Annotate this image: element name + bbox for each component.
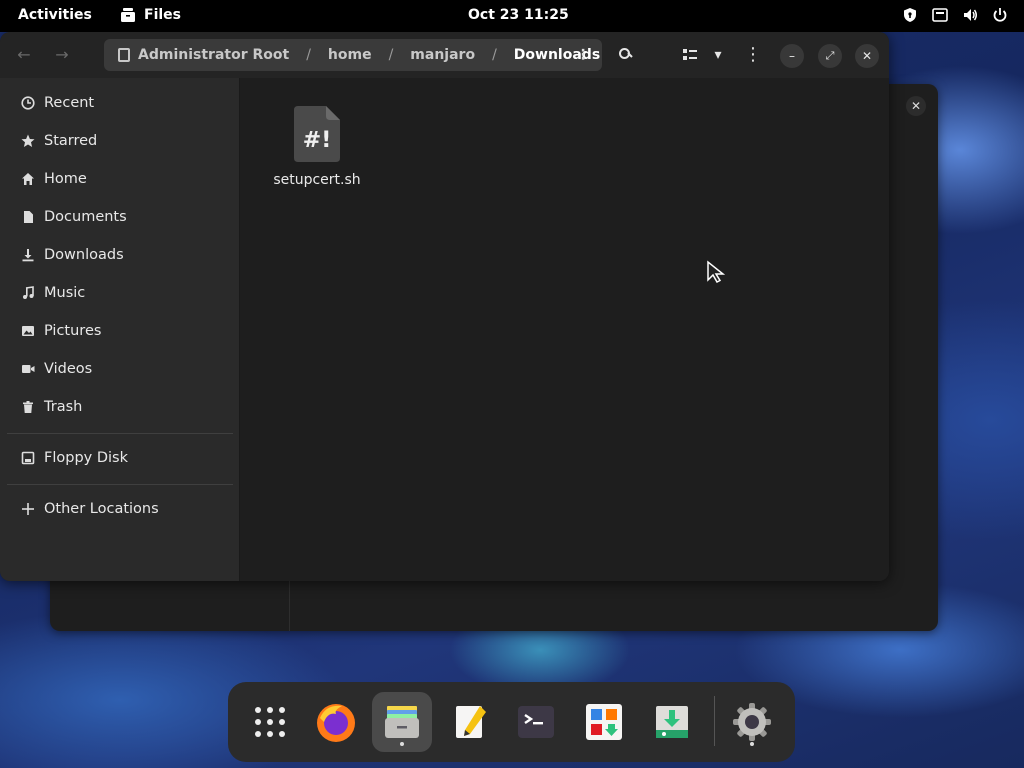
back-icon[interactable]: ← bbox=[12, 43, 36, 67]
sidebar-item-label: Music bbox=[44, 285, 86, 301]
video-icon bbox=[20, 361, 36, 377]
settings-icon[interactable] bbox=[722, 692, 782, 752]
sidebar-item-label: Floppy Disk bbox=[44, 450, 128, 466]
file-item[interactable]: #! setupcert.sh bbox=[267, 106, 367, 188]
sidebar-item-music[interactable]: Music bbox=[0, 275, 240, 311]
terminal-icon[interactable] bbox=[506, 692, 566, 752]
sidebar-separator bbox=[7, 484, 233, 485]
sidebar-item-label: Starred bbox=[44, 133, 98, 149]
path-separator: / bbox=[306, 47, 311, 63]
star-icon bbox=[20, 133, 36, 149]
sidebar-item-label: Recent bbox=[44, 95, 95, 111]
path-separator: / bbox=[492, 47, 497, 63]
view-options-icon[interactable]: ▾ bbox=[706, 43, 730, 67]
shield-icon[interactable] bbox=[902, 7, 918, 23]
minimize-icon[interactable]: – bbox=[780, 44, 804, 68]
firefox-icon[interactable] bbox=[306, 692, 366, 752]
mouse-cursor-icon bbox=[707, 260, 726, 283]
app-grid-icon[interactable] bbox=[240, 692, 300, 752]
music-icon bbox=[20, 285, 36, 301]
file-name: setupcert.sh bbox=[273, 172, 361, 188]
home-icon bbox=[20, 171, 36, 187]
running-indicator bbox=[750, 742, 754, 746]
clock-icon bbox=[20, 95, 36, 111]
forward-icon[interactable]: → bbox=[50, 43, 74, 67]
sidebar-item-videos[interactable]: Videos bbox=[0, 351, 240, 387]
background-window-close-icon[interactable]: ✕ bbox=[906, 96, 926, 116]
sidebar-item-documents[interactable]: Documents bbox=[0, 199, 240, 235]
volume-icon[interactable] bbox=[962, 7, 978, 23]
plus-icon bbox=[20, 501, 36, 517]
running-indicator bbox=[400, 742, 404, 746]
search-icon[interactable] bbox=[614, 43, 638, 67]
floppy-icon bbox=[20, 450, 36, 466]
maximize-icon[interactable]: ⤢ bbox=[818, 44, 842, 68]
activities-button[interactable]: Activities bbox=[18, 7, 92, 23]
text-editor-icon[interactable] bbox=[440, 692, 500, 752]
app-menu[interactable]: Files bbox=[120, 7, 181, 23]
sidebar: Recent Starred Home Documents Downloads … bbox=[0, 78, 240, 581]
installer-icon[interactable] bbox=[642, 692, 702, 752]
close-icon[interactable]: ✕ bbox=[855, 44, 879, 68]
network-icon[interactable] bbox=[932, 7, 948, 23]
sidebar-item-other-locations[interactable]: Other Locations bbox=[0, 491, 240, 527]
files-app-icon bbox=[121, 8, 135, 22]
sidebar-item-trash[interactable]: Trash bbox=[0, 389, 240, 425]
path-segment-root[interactable]: Administrator Root bbox=[138, 47, 289, 63]
script-file-icon: #! bbox=[294, 106, 340, 162]
sidebar-item-floppy-disk[interactable]: Floppy Disk bbox=[0, 440, 240, 476]
sidebar-item-label: Documents bbox=[44, 209, 127, 225]
sidebar-item-recent[interactable]: Recent bbox=[0, 85, 240, 121]
file-glyph: #! bbox=[303, 128, 331, 153]
sidebar-separator bbox=[7, 433, 233, 434]
sidebar-item-home[interactable]: Home bbox=[0, 161, 240, 197]
drive-icon bbox=[118, 48, 130, 62]
path-segment-user[interactable]: manjaro bbox=[410, 47, 475, 63]
picture-icon bbox=[20, 323, 36, 339]
sidebar-item-starred[interactable]: Starred bbox=[0, 123, 240, 159]
view-list-icon[interactable] bbox=[678, 43, 702, 67]
path-menu-icon[interactable]: ⋮ bbox=[576, 47, 590, 63]
sidebar-item-downloads[interactable]: Downloads bbox=[0, 237, 240, 273]
top-bar: Activities Files Oct 23 11:25 bbox=[0, 0, 1024, 32]
sidebar-item-label: Downloads bbox=[44, 247, 124, 263]
sidebar-item-label: Other Locations bbox=[44, 501, 159, 517]
files-icon[interactable] bbox=[372, 692, 432, 752]
system-tray[interactable] bbox=[902, 7, 1008, 23]
sidebar-item-label: Videos bbox=[44, 361, 93, 377]
app-name: Files bbox=[144, 7, 181, 23]
clock[interactable]: Oct 23 11:25 bbox=[468, 7, 569, 23]
document-icon bbox=[20, 209, 36, 225]
dock-separator bbox=[714, 696, 715, 746]
software-icon[interactable] bbox=[574, 692, 634, 752]
path-separator: / bbox=[388, 47, 394, 63]
header-bar: ← → Administrator Root / home / manjaro … bbox=[0, 32, 889, 78]
power-icon[interactable] bbox=[992, 7, 1008, 23]
sidebar-item-label: Trash bbox=[44, 399, 83, 415]
sidebar-item-label: Pictures bbox=[44, 323, 102, 339]
files-window[interactable]: ← → Administrator Root / home / manjaro … bbox=[0, 32, 889, 581]
trash-icon bbox=[20, 399, 36, 415]
menu-icon[interactable]: ⋮ bbox=[741, 43, 765, 67]
download-icon bbox=[20, 247, 36, 263]
path-bar[interactable]: Administrator Root / home / manjaro / Do… bbox=[104, 39, 602, 71]
path-segment-home[interactable]: home bbox=[328, 47, 372, 63]
sidebar-item-pictures[interactable]: Pictures bbox=[0, 313, 240, 349]
dock bbox=[228, 682, 795, 762]
file-view[interactable]: #! setupcert.sh bbox=[241, 78, 889, 581]
sidebar-item-label: Home bbox=[44, 171, 87, 187]
